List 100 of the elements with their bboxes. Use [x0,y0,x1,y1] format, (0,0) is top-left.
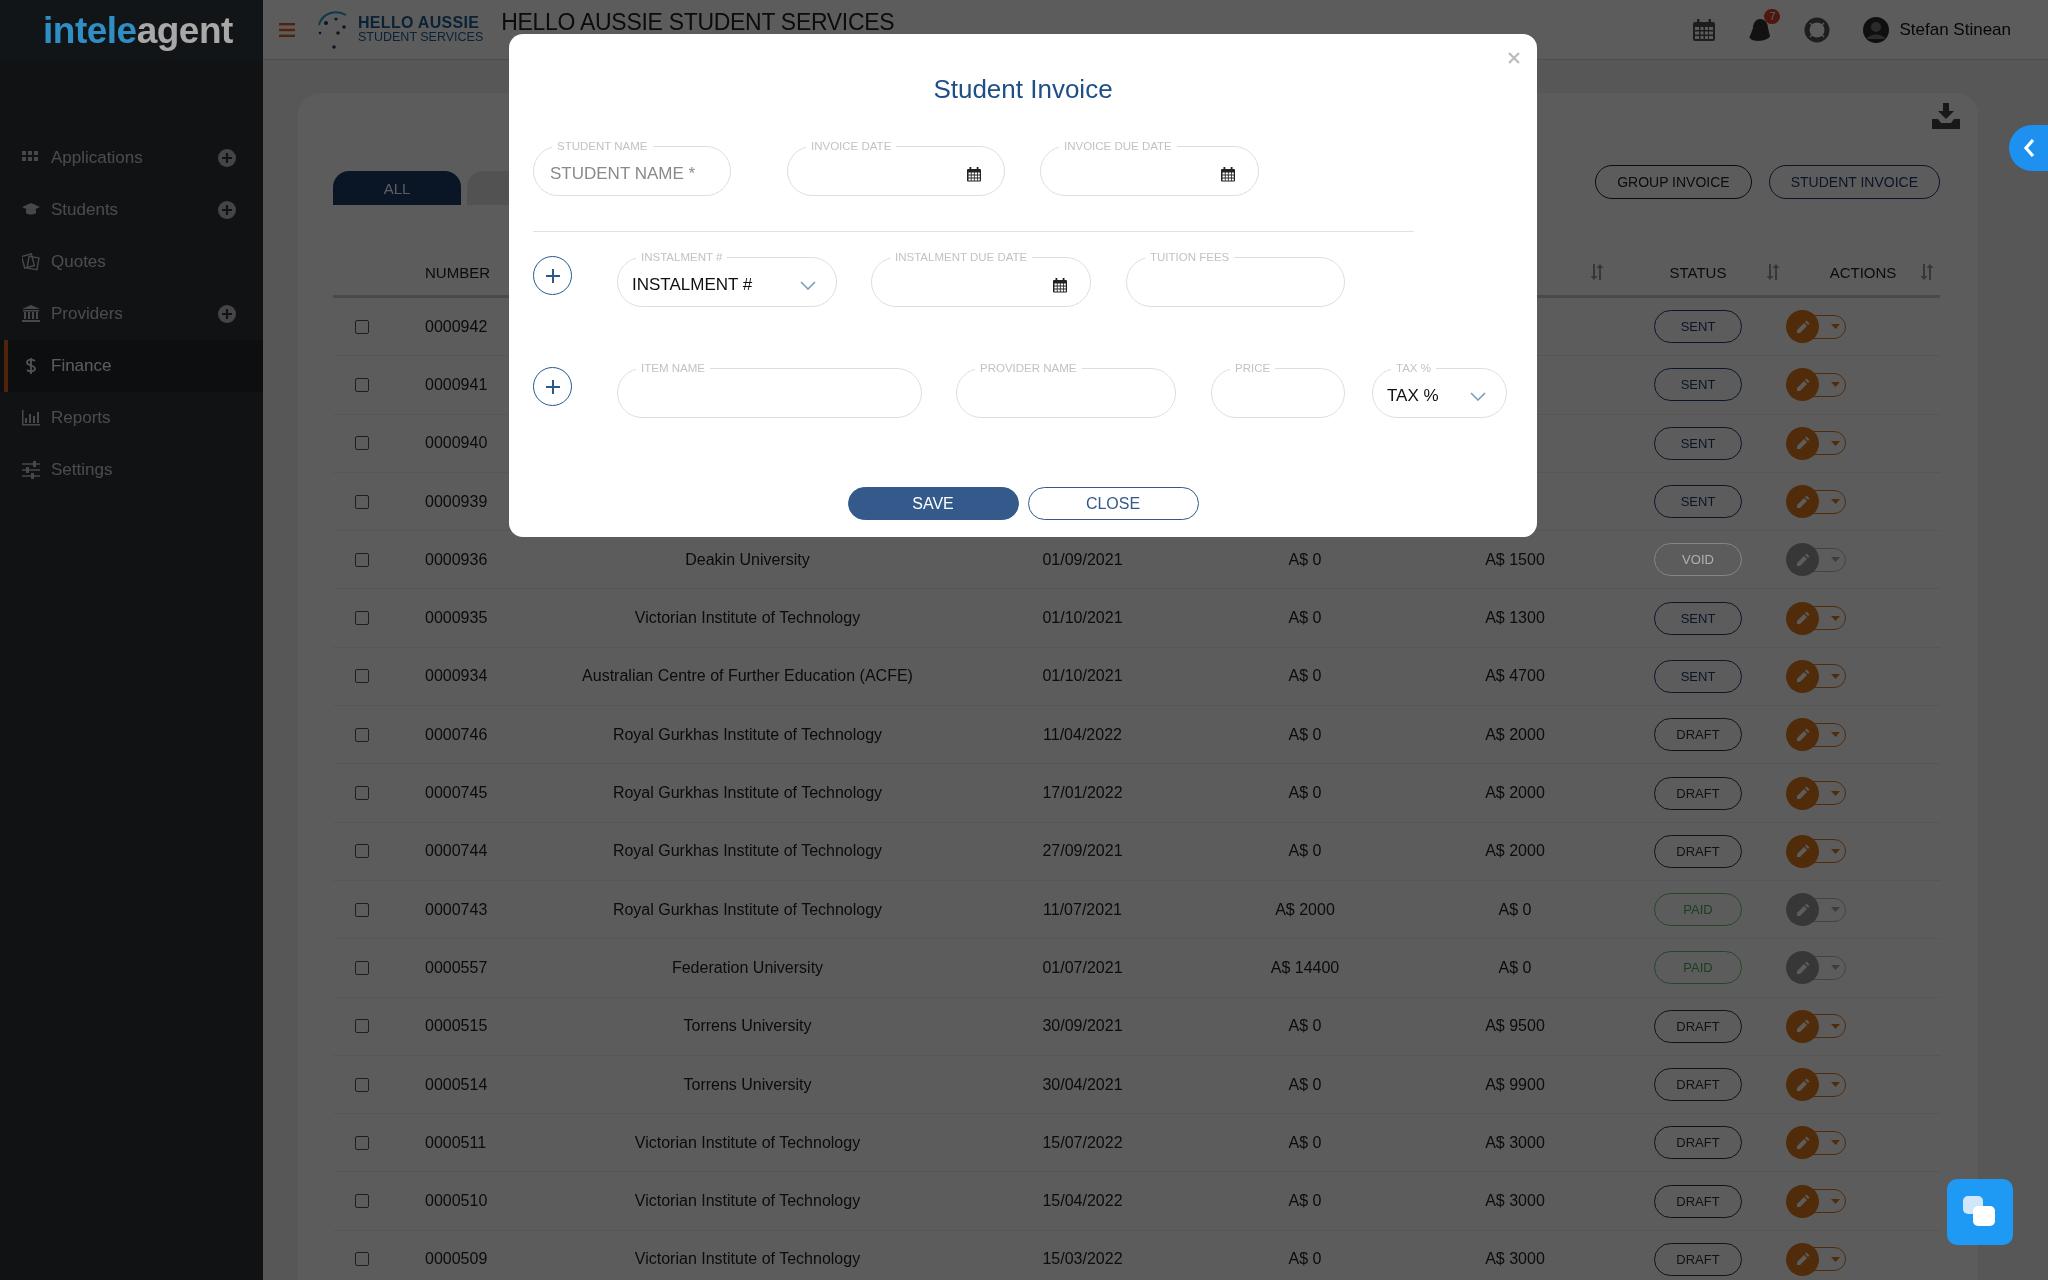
brand-logo: inteleagent [0,0,263,60]
table-cell-text: Victorian Institute of Technology [633,1133,862,1152]
table-cell-text: A$ 3000 [1484,1133,1546,1152]
close-button[interactable]: CLOSE [1027,487,1199,520]
row-checkbox[interactable] [354,494,369,509]
group-invoice-button[interactable]: GROUP INVOICE [1595,165,1752,199]
filter-tab[interactable]: ALL [333,171,461,205]
date-field[interactable]: INSTALMENT DUE DATE [871,250,1091,307]
pencil-icon [1795,1077,1810,1092]
date-field[interactable]: INVOICE DUE DATE [1040,139,1259,196]
row-checkbox[interactable] [354,1135,369,1150]
status-badge: SENT [1654,601,1742,635]
edit-button[interactable] [1786,776,1819,810]
row-checkbox[interactable] [354,611,369,626]
chat-button[interactable] [1947,1179,2013,1245]
select-field[interactable]: INSTALMENT # INSTALMENT # [617,250,837,307]
chat-bubbles-icon [1963,1196,1997,1228]
row-checkbox[interactable] [354,436,369,451]
edit-button[interactable] [1786,310,1819,344]
student-invoice-button[interactable]: STUDENT INVOICE [1768,165,1940,199]
edit-button[interactable] [1786,1009,1819,1043]
edit-button[interactable] [1786,485,1819,519]
caret-icon [1831,382,1840,388]
sidebar-item[interactable]: Finance [0,340,263,392]
row-checkbox[interactable] [354,1194,369,1209]
text-field[interactable]: STUDENT NAME STUDENT NAME * [533,139,731,196]
date-field[interactable]: INVOICE DATE [787,139,1005,196]
table-cell-text: Victorian Institute of Technology [633,1192,862,1211]
row-checkbox[interactable] [354,377,369,392]
row-checkbox[interactable] [354,669,369,684]
save-button[interactable]: SAVE [847,487,1019,520]
pencil-icon [1795,377,1810,392]
table-cell-text: A$ 4700 [1484,667,1546,686]
pencil-icon [1795,902,1810,917]
caret-icon [1831,848,1840,854]
column-header[interactable]: STATUS [1669,263,1727,281]
user-name[interactable]: Stefan Stinean [1899,19,2011,40]
sort-icon[interactable] [1590,264,1604,280]
calendar-icon[interactable] [966,166,982,182]
add-row-button[interactable] [533,256,572,295]
sort-icon[interactable] [1766,264,1780,280]
invoice-number: 0000934 [424,667,489,686]
edit-button[interactable] [1786,1068,1819,1101]
calendar-icon[interactable] [1220,166,1236,182]
table-cell-text: A$ 0 [1287,842,1323,861]
edit-button[interactable] [1786,834,1819,868]
calendar-icon[interactable] [1052,277,1068,293]
close-icon[interactable] [1508,52,1520,64]
table-cell-text: A$ 0 [1287,1133,1323,1152]
table-cell-text: A$ 3000 [1484,1250,1546,1269]
invoice-number: 0000514 [424,1075,489,1094]
add-circle-icon[interactable] [218,201,236,219]
status-badge: SENT [1654,368,1742,402]
row-checkbox[interactable] [354,319,369,334]
invoice-number: 0000511 [424,1133,488,1152]
text-field[interactable]: PRICE [1211,361,1345,418]
status-badge: VOID [1654,543,1742,577]
table-cell-text: Australian Centre of Further Education (ACFE) [581,667,914,686]
table-cell-text: 11/07/2021 [1042,900,1123,919]
row-checkbox[interactable] [354,1077,369,1092]
bank-icon [22,305,40,323]
table-cell-text: 30/04/2021 [1041,1075,1124,1094]
add-circle-icon[interactable] [218,305,236,323]
edit-button[interactable] [1786,368,1819,402]
edit-button[interactable] [1786,718,1819,752]
table-cell-text: 01/10/2021 [1041,667,1124,686]
row-checkbox[interactable] [354,727,369,742]
row-checkbox[interactable] [354,1019,369,1034]
table-cell-text: A$ 2000 [1484,842,1546,861]
caret-icon [1831,499,1840,505]
edit-button[interactable] [1786,1184,1819,1218]
edit-button[interactable] [1786,1242,1819,1276]
add-row-button[interactable] [533,367,572,406]
table-cell-text: Royal Gurkhas Institute of Technology [611,725,884,744]
select-field[interactable]: TAX % TAX % [1372,361,1507,418]
edit-button[interactable] [1786,1126,1819,1160]
text-field[interactable]: ITEM NAME [617,361,922,418]
text-input[interactable]: STUDENT NAME * [548,163,718,185]
row-checkbox[interactable] [354,1252,369,1267]
status-badge: DRAFT [1654,718,1742,752]
table-cell-text: A$ 0 [1287,550,1323,569]
row-checkbox[interactable] [354,844,369,859]
menu-icon[interactable] [279,22,295,37]
edit-button[interactable] [1786,659,1819,693]
download-icon[interactable] [1932,103,1960,129]
row-checkbox[interactable] [354,786,369,800]
status-badge: DRAFT [1654,1009,1742,1043]
table-cell-text: A$ 9900 [1484,1075,1546,1094]
column-header[interactable]: ACTIONS [1829,263,1897,281]
table-cell-text: 01/10/2021 [1041,609,1124,628]
table-cell-text: A$ 2000 [1274,900,1336,919]
edit-button[interactable] [1786,601,1819,635]
sort-icon[interactable] [1920,264,1934,280]
edit-button[interactable] [1786,426,1819,460]
add-circle-icon[interactable] [218,149,236,167]
lifebuoy-icon[interactable] [1804,16,1831,43]
text-field[interactable]: PROVIDER NAME [956,361,1176,418]
invoice-number: 0000509 [424,1250,489,1269]
table-cell-text: 30/09/2021 [1041,1017,1124,1036]
text-field[interactable]: TUITION FEES [1126,250,1345,307]
